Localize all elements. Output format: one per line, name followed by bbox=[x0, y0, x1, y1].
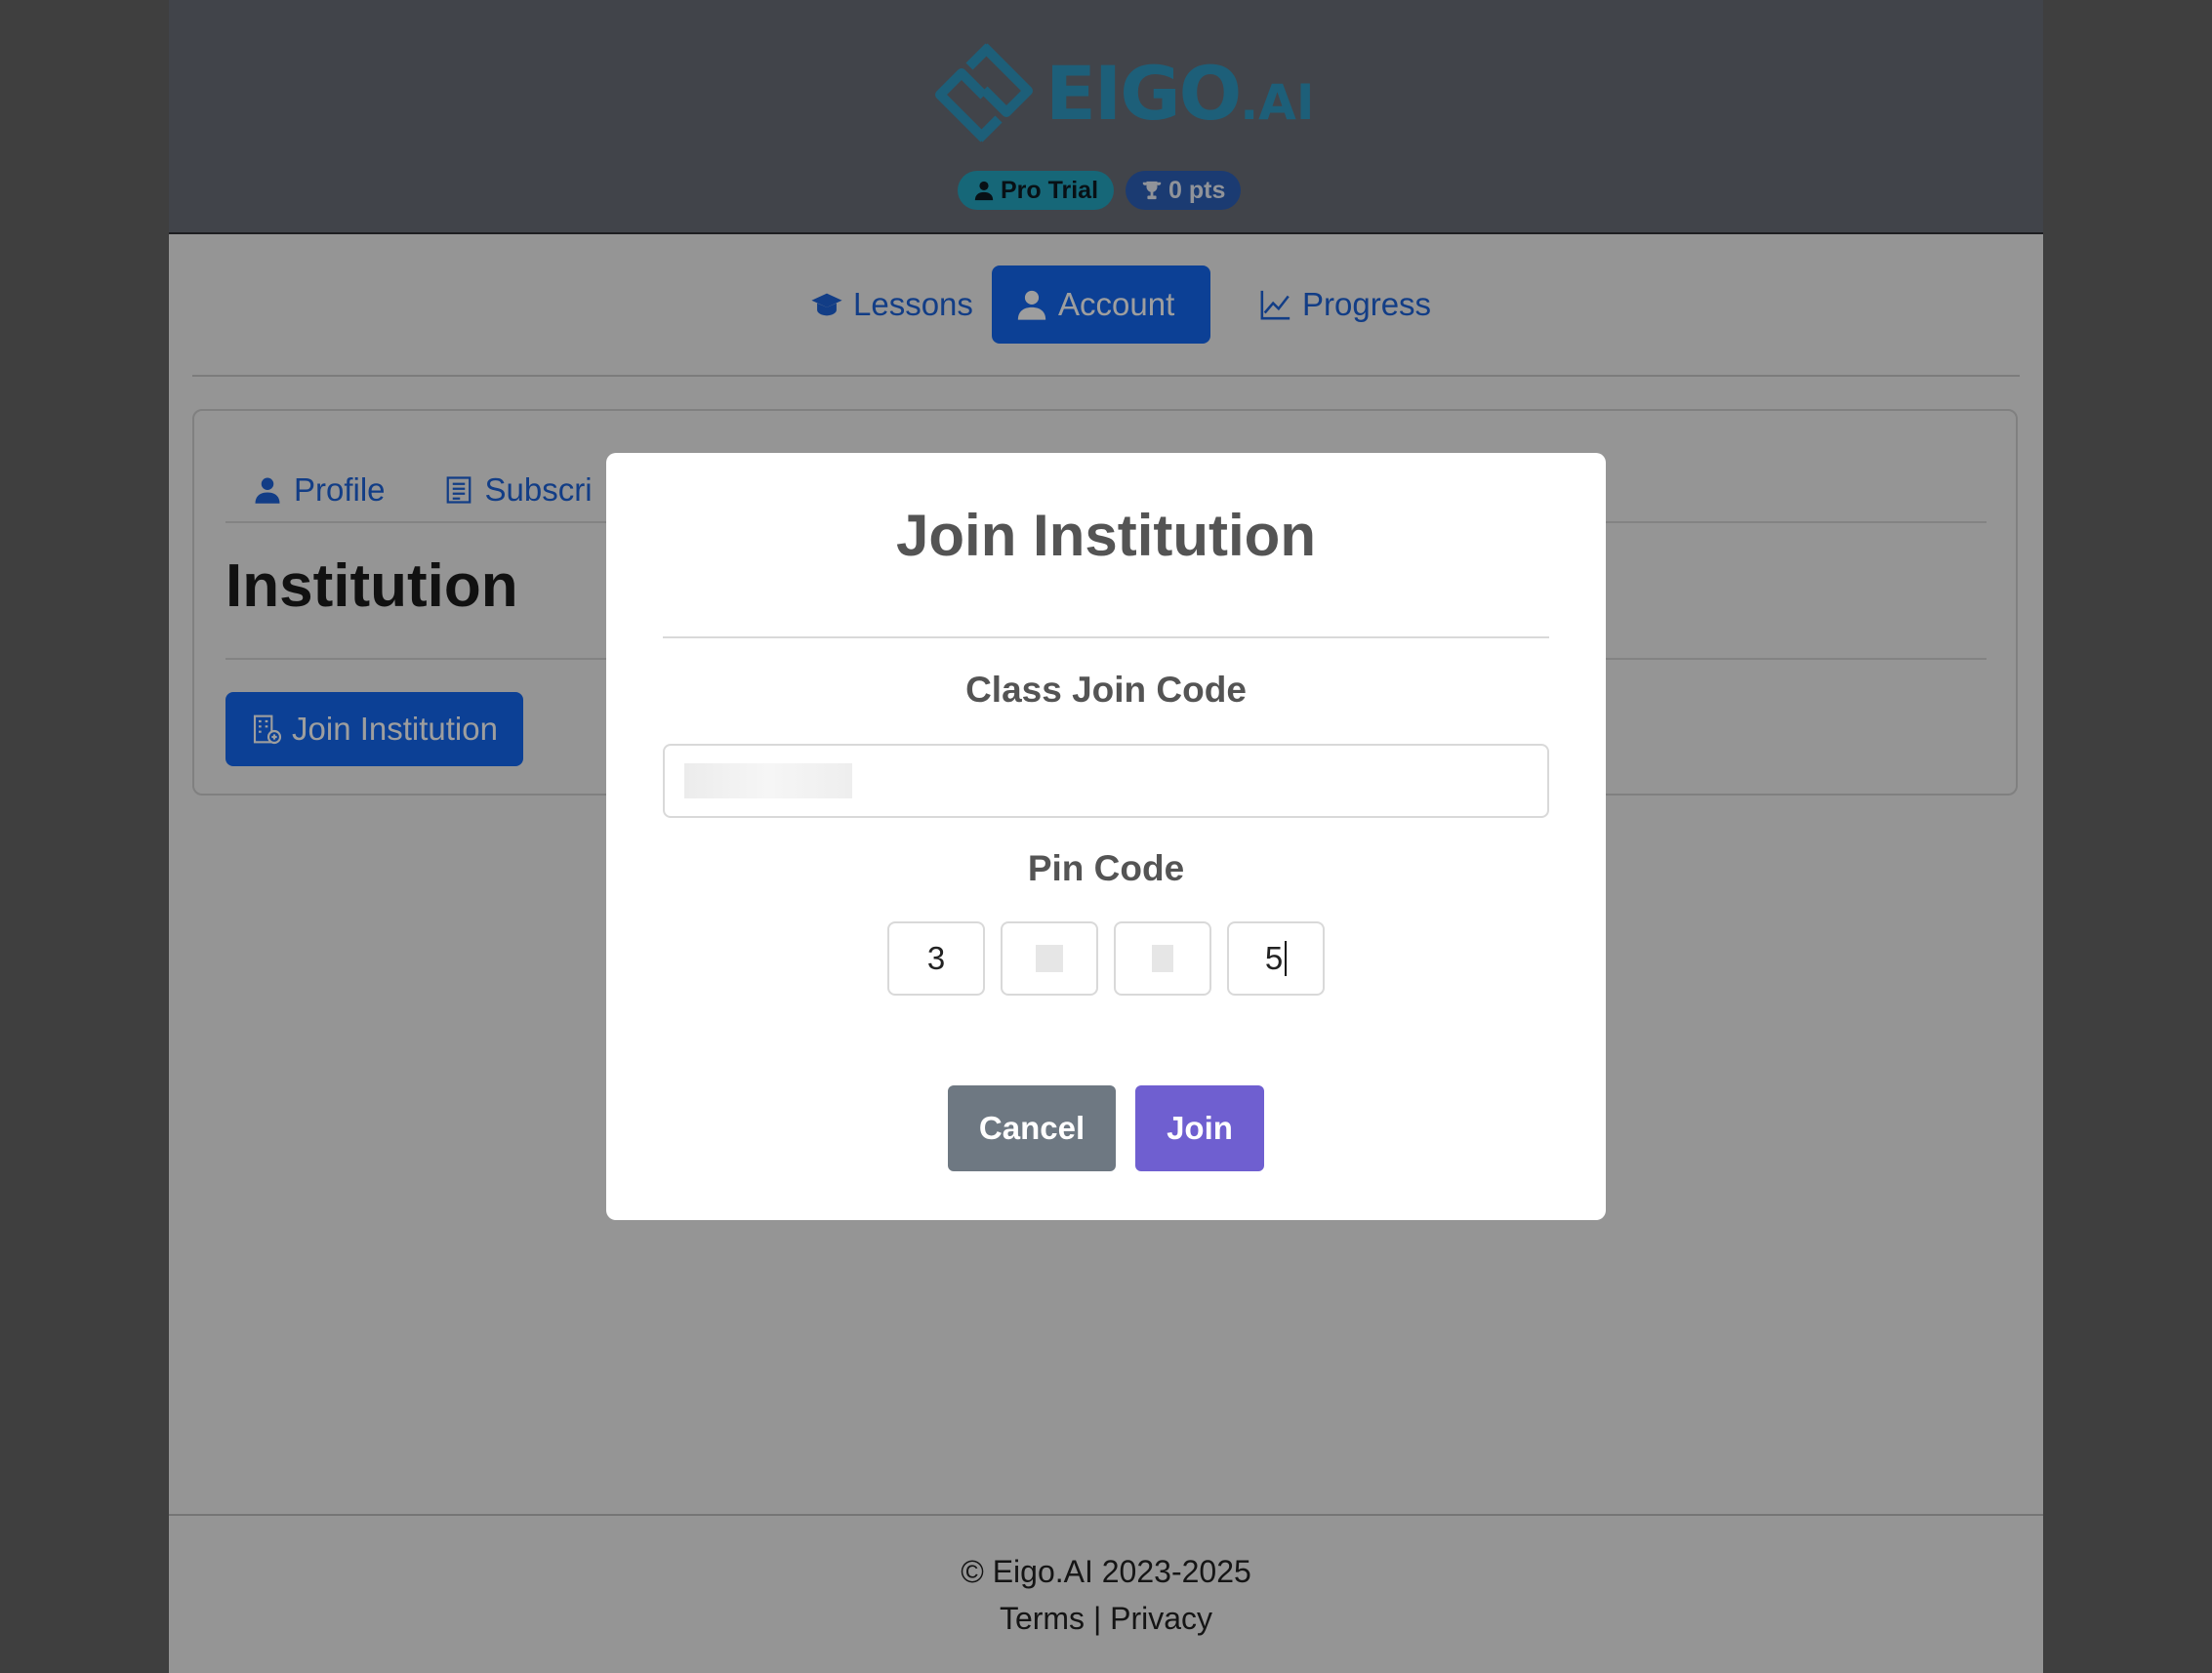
modal-title: Join Institution bbox=[896, 503, 1316, 568]
pin-digit-3[interactable] bbox=[1114, 921, 1211, 996]
pin-code-label: Pin Code bbox=[1027, 848, 1185, 888]
class-code-input[interactable] bbox=[663, 744, 1549, 818]
redacted-value bbox=[684, 763, 852, 798]
pin-code-inputs: 3 5 bbox=[887, 921, 1325, 996]
redacted-digit bbox=[1036, 945, 1063, 972]
cancel-button[interactable]: Cancel bbox=[948, 1085, 1116, 1171]
text-caret bbox=[1285, 941, 1288, 976]
redacted-digit bbox=[1152, 945, 1173, 972]
join-institution-modal: Join Institution Class Join Code Pin Cod… bbox=[606, 453, 1606, 1220]
class-code-label: Class Join Code bbox=[965, 670, 1247, 710]
pin-digit-4[interactable]: 5 bbox=[1227, 921, 1325, 996]
modal-divider bbox=[663, 636, 1549, 638]
pin-digit-2[interactable] bbox=[1001, 921, 1098, 996]
pin-digit-1[interactable]: 3 bbox=[887, 921, 985, 996]
join-button[interactable]: Join bbox=[1135, 1085, 1264, 1171]
